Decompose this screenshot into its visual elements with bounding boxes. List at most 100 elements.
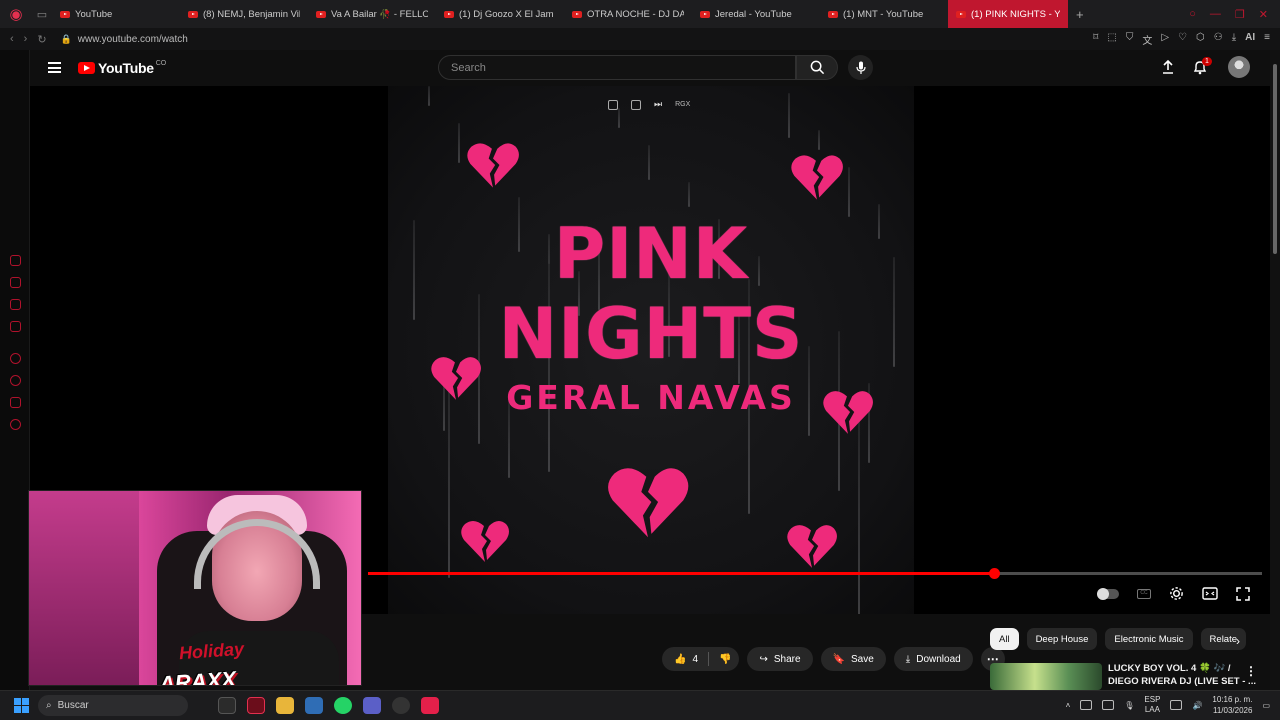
broken-heart-icon (608, 468, 689, 538)
browser-tab[interactable]: OTRA NOCHE - DJ DAVID (564, 0, 692, 28)
settings-gear-icon[interactable] (1169, 586, 1184, 601)
browser-tab[interactable]: Jeredal - YouTube (692, 0, 820, 28)
filter-chip[interactable]: All (990, 628, 1019, 650)
tray-sync-icon[interactable] (1102, 700, 1115, 710)
search-button[interactable] (796, 55, 838, 80)
mic-icon[interactable]: 🎙 (1124, 701, 1134, 710)
profile-icon[interactable]: ⚇ (1214, 32, 1223, 47)
lock-icon[interactable]: 🔒 (61, 34, 72, 45)
more-options-icon[interactable]: ⋮ (1245, 664, 1257, 678)
like-count[interactable]: 4 (692, 654, 698, 665)
save-button[interactable]: 🔖 Save (820, 647, 886, 671)
taskbar-search[interactable]: ⌕ Buscar (38, 695, 188, 716)
sidebar-record-icon[interactable] (10, 353, 21, 364)
menu-icon[interactable]: ≡ (1264, 32, 1270, 47)
play-icon[interactable]: ▷ (1161, 32, 1169, 47)
like-icon[interactable]: 👍 (674, 654, 686, 665)
store-icon[interactable] (305, 697, 323, 714)
autoplay-toggle[interactable] (1097, 587, 1119, 600)
screenshot-icon[interactable]: ⬚ (1107, 32, 1116, 47)
browser-logo-icon[interactable]: ◉ (0, 0, 32, 28)
download-button[interactable]: ⤓ Download (893, 647, 973, 671)
youtube-logo[interactable]: YouTube CO (78, 60, 166, 76)
close-window-icon[interactable]: ✕ (1259, 8, 1268, 21)
back-icon[interactable]: ‹ (10, 33, 14, 45)
search-tabs-icon[interactable]: ○ (1189, 8, 1196, 21)
workspaces-icon[interactable]: ▭ (32, 8, 52, 21)
teams-icon[interactable] (363, 697, 381, 714)
browser-tab[interactable]: YouTube (52, 0, 180, 28)
tray-app-icon[interactable] (1080, 700, 1093, 710)
filter-chip[interactable]: Deep House (1026, 628, 1098, 650)
forward-icon[interactable]: › (24, 33, 28, 45)
search-input[interactable]: Search (438, 55, 796, 80)
minimize-icon[interactable]: — (1210, 8, 1221, 21)
sidebar-history-icon[interactable] (10, 375, 21, 386)
restore-icon[interactable]: ❐ (1235, 8, 1245, 21)
upload-icon[interactable] (1160, 59, 1176, 75)
file-explorer-icon[interactable] (276, 697, 294, 714)
volume-icon[interactable]: 🔊 (1192, 701, 1202, 710)
account-avatar[interactable] (1228, 56, 1250, 78)
progress-bar[interactable] (368, 568, 1262, 579)
whatsapp-icon[interactable] (334, 697, 352, 714)
address-bar: ‹ › ↻ 🔒 www.youtube.com/watch ⌑ ⬚ ⛉ 文 ▷ … (0, 28, 1280, 50)
logo-text: YouTube (98, 60, 154, 76)
bookmark-icon[interactable]: ⌑ (1093, 32, 1098, 47)
chevron-up-icon[interactable]: ˄ (1066, 701, 1071, 710)
extensions-icon[interactable]: ⬡ (1196, 32, 1205, 47)
language-indicator[interactable]: ESP LAA (1144, 695, 1160, 715)
sidebar-message-icon[interactable] (10, 397, 21, 408)
dislike-icon[interactable]: 👎 (719, 654, 731, 665)
voice-search-button[interactable] (848, 55, 873, 80)
windows-start-icon[interactable] (14, 698, 29, 713)
heart-icon[interactable]: ♡ (1178, 32, 1187, 47)
reload-icon[interactable]: ↻ (37, 33, 46, 46)
miniplayer-icon[interactable] (608, 99, 618, 110)
chatgpt-icon[interactable] (392, 697, 410, 714)
player-controls: CC (1097, 586, 1250, 601)
share-button[interactable]: ↪ Share (747, 647, 813, 671)
new-tab-button[interactable]: + (1068, 7, 1092, 22)
sidebar-speed-icon[interactable] (10, 255, 21, 266)
fullscreen-icon[interactable] (1236, 586, 1250, 601)
download-icon: ⤓ (905, 653, 911, 665)
clock[interactable]: 10:16 p. m. 11/03/2026 (1212, 694, 1252, 716)
exit-icon[interactable] (631, 99, 641, 110)
broken-heart-icon (461, 520, 509, 562)
filter-chip[interactable]: Electronic Music (1105, 628, 1193, 650)
reco-title-line2[interactable]: DIEGO RIVERA DJ (LIVE SET - ... (1108, 676, 1256, 687)
taskbar-search-placeholder: Buscar (57, 700, 89, 711)
sidebar-chat-icon[interactable] (10, 299, 21, 310)
rgx-label[interactable]: RGX (675, 101, 690, 108)
browser-tab[interactable]: (1) PINK NIGHTS - YouTub (948, 0, 1068, 28)
notifications-icon[interactable]: ▭ (1262, 701, 1270, 710)
subtitles-icon[interactable]: CC (1137, 588, 1151, 599)
download-icon[interactable]: ⤓ (1232, 32, 1236, 47)
browser-tab[interactable]: (8) NEMJ, Benjamin Villalb (180, 0, 308, 28)
ai-button[interactable]: AI (1245, 32, 1255, 47)
skip-next-icon[interactable]: ⏭ (654, 99, 662, 110)
shield-icon[interactable]: ⛉ (1126, 32, 1134, 47)
task-view-icon[interactable] (218, 697, 236, 714)
sidebar-bag-icon[interactable] (10, 277, 21, 288)
sidebar-app-icon[interactable] (10, 321, 21, 332)
theater-mode-icon[interactable] (1202, 587, 1218, 600)
browser-sidebar (0, 50, 30, 690)
browser-tab[interactable]: Va A Bailar 🥀 - FELLON ❌ (308, 0, 436, 28)
video-thumbnail[interactable] (990, 663, 1102, 690)
sidebar-settings-icon[interactable] (10, 419, 21, 430)
browser-tab[interactable]: (1) Dj Goozo X El Jam X Ja (436, 0, 564, 28)
menu-icon[interactable] (48, 62, 61, 73)
reco-title-line1[interactable]: LUCKY BOY VOL. 4 🍀 🎶 / (1108, 663, 1231, 674)
progress-knob[interactable] (988, 568, 1000, 579)
network-icon[interactable] (1170, 700, 1183, 710)
page-scrollbar[interactable] (1270, 50, 1280, 690)
recommended-video[interactable]: LUCKY BOY VOL. 4 🍀 🎶 / DIEGO RIVERA DJ (… (990, 661, 1265, 691)
browser-tab[interactable]: (1) MNT - YouTube (820, 0, 948, 28)
translate-icon[interactable]: 文 (1142, 32, 1152, 47)
tiktok-icon[interactable] (421, 697, 439, 714)
url-field[interactable]: www.youtube.com/watch (78, 34, 188, 45)
opera-gx-icon[interactable] (247, 697, 265, 714)
chevron-right-icon[interactable]: › (1236, 634, 1240, 648)
